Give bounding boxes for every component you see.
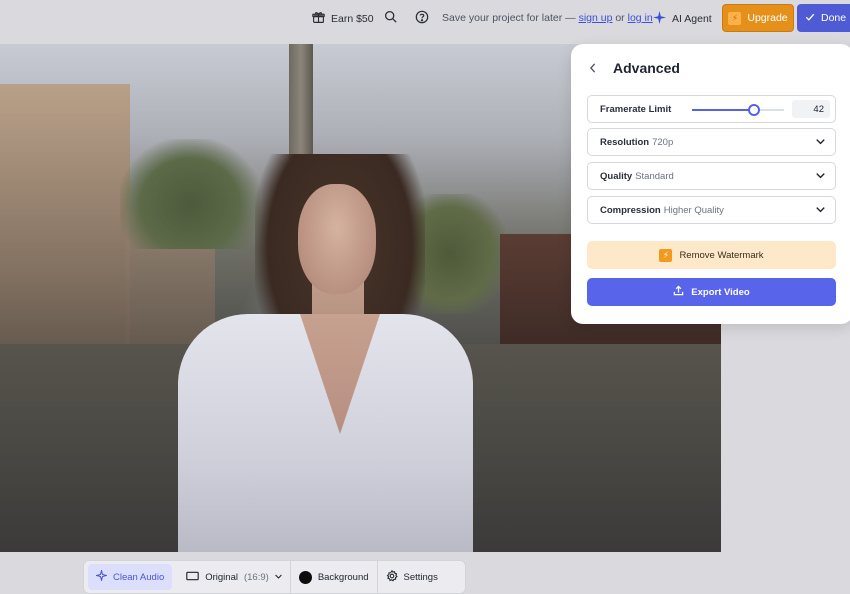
upgrade-label: Upgrade — [747, 12, 788, 24]
bottom-toolbar: Clean Audio Original (16:9) Background S… — [83, 560, 466, 594]
search-icon — [384, 10, 397, 26]
export-video-button[interactable]: Export Video — [587, 278, 836, 306]
gift-icon — [312, 11, 325, 27]
ai-agent-label: AI Agent — [672, 13, 712, 25]
help-button[interactable] — [415, 10, 429, 27]
video-scene-trees — [120, 139, 260, 249]
earn-label: Earn $50 — [331, 13, 374, 25]
clean-audio-button[interactable]: Clean Audio — [88, 564, 173, 590]
advanced-export-panel: Advanced Framerate Limit 42 Resolution 7… — [571, 44, 850, 324]
remove-watermark-label: Remove Watermark — [679, 249, 764, 261]
compression-label: Compression — [600, 204, 661, 216]
compression-select[interactable]: Compression Higher Quality — [587, 196, 836, 224]
chevron-down-icon — [275, 572, 282, 583]
resolution-value: 720p — [652, 136, 674, 148]
search-button[interactable] — [384, 10, 397, 26]
background-button[interactable]: Background — [291, 564, 377, 590]
compression-value: Higher Quality — [663, 204, 724, 216]
quality-label: Quality — [600, 170, 633, 182]
signup-link[interactable]: sign up — [579, 12, 613, 24]
save-prefix: Save your project for later — — [442, 12, 576, 24]
framerate-label: Framerate Limit — [600, 103, 672, 115]
resolution-select[interactable]: Resolution 720p — [587, 128, 836, 156]
framerate-limit-row: Framerate Limit 42 — [587, 95, 836, 123]
top-bar: Earn $50 Save your project for later — s… — [0, 0, 850, 36]
export-video-label: Export Video — [691, 286, 750, 298]
panel-header: Advanced — [587, 60, 680, 76]
sparkle-icon — [94, 568, 109, 584]
background-color-swatch — [298, 570, 312, 584]
framerate-slider-fill — [692, 109, 754, 111]
framerate-slider-thumb[interactable] — [747, 104, 760, 116]
clean-audio-label: Clean Audio — [113, 571, 165, 583]
background-label: Background — [317, 571, 369, 583]
settings-button[interactable]: Settings — [378, 564, 446, 590]
quality-select[interactable]: Quality Standard — [587, 162, 836, 190]
check-icon — [805, 12, 815, 25]
aspect-label: Original — [205, 571, 238, 583]
remove-watermark-button[interactable]: ⚡ Remove Watermark — [587, 241, 836, 269]
aspect-ratio-value: (16:9) — [243, 571, 269, 583]
upload-icon — [673, 285, 684, 299]
help-icon — [415, 10, 429, 27]
framerate-slider[interactable] — [692, 104, 784, 116]
earn-button[interactable]: Earn $50 — [312, 11, 374, 27]
panel-title: Advanced — [613, 60, 680, 76]
chevron-down-icon — [816, 137, 825, 149]
sparkle-icon — [653, 11, 666, 27]
ai-agent-button[interactable]: AI Agent — [653, 11, 712, 27]
done-button[interactable]: Done — [797, 4, 850, 32]
chevron-down-icon — [816, 171, 825, 183]
chevron-down-icon — [816, 205, 825, 217]
resolution-label: Resolution — [600, 136, 650, 148]
settings-label: Settings — [403, 571, 438, 583]
video-subject-face — [298, 184, 376, 294]
bolt-icon: ⚡ — [728, 11, 742, 25]
gear-icon — [386, 569, 398, 585]
framerate-value-input[interactable]: 42 — [792, 100, 830, 118]
or-text: or — [615, 12, 625, 24]
quality-value: Standard — [635, 170, 674, 182]
login-link[interactable]: log in — [628, 12, 653, 24]
video-scene-building — [0, 84, 130, 384]
upgrade-button[interactable]: ⚡ Upgrade — [722, 4, 794, 32]
back-chevron-icon[interactable] — [587, 62, 599, 74]
bolt-icon: ⚡ — [659, 248, 673, 262]
aspect-ratio-icon — [186, 571, 199, 584]
done-label: Done — [821, 12, 847, 24]
save-project-text: Save your project for later — sign up or… — [442, 12, 653, 24]
aspect-ratio-select[interactable]: Original (16:9) — [178, 564, 290, 590]
